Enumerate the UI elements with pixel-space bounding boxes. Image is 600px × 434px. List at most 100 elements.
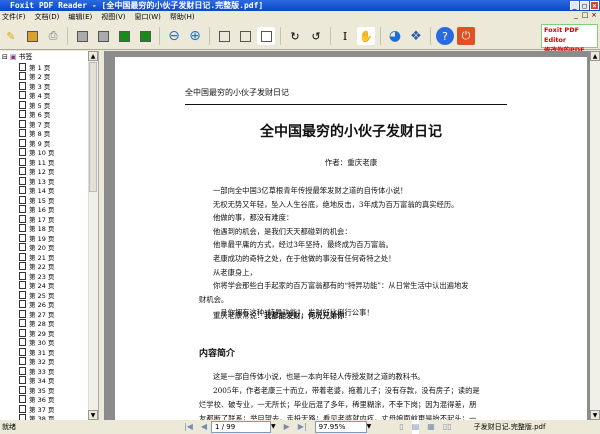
menu-view[interactable]: 视图(V)	[101, 11, 125, 23]
fit-width-icon[interactable]	[236, 27, 254, 45]
snapshot-icon[interactable]: ❖	[407, 27, 425, 45]
bookmark-item[interactable]: 第 12 页	[19, 167, 54, 176]
foxit-editor-ad[interactable]: Foxit PDF Editor 修改你的PDF	[541, 24, 598, 54]
bookmark-item[interactable]: 第 31 页	[19, 347, 54, 357]
page-icon	[19, 186, 26, 194]
sidebar-scroll-thumb[interactable]	[89, 62, 97, 192]
power-icon[interactable]: ⏻	[457, 27, 475, 45]
bookmark-item[interactable]: 第 19 页	[19, 233, 54, 243]
bookmark-item[interactable]: 第 2 页	[19, 72, 50, 81]
open-icon[interactable]: ✎	[2, 27, 20, 45]
bookmark-item[interactable]: 第 17 页	[19, 214, 54, 224]
web-icon[interactable]: ◕	[386, 27, 404, 45]
doc-minimize-button[interactable]: _	[572, 11, 580, 20]
doc-close-button[interactable]: ×	[590, 11, 598, 20]
bookmark-item[interactable]: 第 32 页	[19, 357, 54, 366]
document-scrollbar[interactable]	[590, 51, 600, 420]
menu-document[interactable]: 文档(D)	[35, 11, 60, 23]
bookmark-item[interactable]: 第 20 页	[19, 243, 54, 252]
bookmark-item[interactable]: 第 7 页	[19, 119, 50, 129]
book-icon: ▣	[9, 53, 17, 61]
doc-scroll-up-icon[interactable]: ▲	[590, 51, 600, 61]
zoom-dropdown-icon[interactable]: ▼	[367, 420, 372, 434]
page-dropdown-icon[interactable]: ▼	[271, 420, 276, 434]
prev-page-icon[interactable]	[94, 27, 112, 45]
bookmark-item[interactable]: 第 10 页	[19, 148, 54, 157]
bookmark-item[interactable]: 第 6 页	[19, 110, 50, 119]
bookmark-item[interactable]: 第 3 页	[19, 81, 50, 91]
bookmark-item[interactable]: 第 25 页	[19, 290, 54, 300]
rotate-left-icon[interactable]: ↺	[307, 27, 325, 45]
zoom-out-icon[interactable]: ⊖	[165, 27, 183, 45]
page-icon	[19, 376, 26, 384]
bookmark-item[interactable]: 第 16 页	[19, 205, 54, 214]
bookmark-item[interactable]: 第 18 页	[19, 224, 54, 233]
page-icon	[19, 395, 26, 403]
help-icon[interactable]: ?	[436, 27, 454, 45]
bookmark-item[interactable]: 第 11 页	[19, 157, 55, 167]
bookmark-item[interactable]: 第 22 页	[19, 262, 54, 271]
bookmark-item[interactable]: 第 35 页	[19, 385, 54, 395]
bookmark-item[interactable]: 第 27 页	[19, 309, 54, 319]
doc-scroll-down-icon[interactable]: ▼	[590, 410, 600, 420]
last-page-button[interactable]: ▶|	[298, 420, 307, 434]
bookmark-label: 第 11 页	[29, 158, 55, 167]
print-icon[interactable]: ⎙	[44, 27, 62, 45]
first-page-icon[interactable]	[73, 27, 91, 45]
bookmark-item[interactable]: 第 14 页	[19, 186, 54, 195]
bookmark-item[interactable]: 第 21 页	[19, 252, 54, 262]
continuous-mode-icon[interactable]: ▤	[411, 420, 420, 434]
menu-edit[interactable]: 编辑(E)	[68, 11, 92, 23]
continuous-facing-icon[interactable]: ▯▯	[443, 420, 452, 434]
fit-page-icon[interactable]	[257, 27, 275, 45]
zoom-in-icon[interactable]: ⊕	[186, 27, 204, 45]
bookmark-item[interactable]: 第 33 页	[19, 366, 54, 376]
panel-splitter[interactable]	[98, 51, 105, 420]
rotate-right-icon[interactable]: ↻	[286, 27, 304, 45]
bookmark-item[interactable]: 第 26 页	[19, 300, 54, 309]
page-number-field[interactable]: 1 / 99	[211, 421, 272, 433]
bookmark-item[interactable]: 第 1 页	[19, 62, 50, 72]
bookmark-item[interactable]: 第 29 页	[19, 328, 54, 338]
bookmark-item[interactable]: 第 23 页	[19, 271, 54, 281]
close-button[interactable]: ×	[590, 1, 599, 10]
menu-file[interactable]: 文件(F)	[2, 11, 26, 23]
scroll-down-icon[interactable]: ▼	[88, 410, 98, 420]
bookmark-item[interactable]: 第 13 页	[19, 176, 54, 186]
page-icon	[19, 366, 26, 375]
zoom-field[interactable]: 97.95%	[314, 421, 367, 433]
bookmark-root[interactable]: ⊟ ▣ 书签	[2, 52, 33, 62]
text-select-icon[interactable]: I	[336, 27, 354, 45]
bookmark-item[interactable]: 第 34 页	[19, 376, 54, 385]
next-page-button[interactable]: ▶	[284, 420, 290, 434]
bookmark-label: 第 15 页	[29, 196, 55, 205]
doc-restore-button[interactable]: □	[581, 11, 589, 20]
save-icon[interactable]	[23, 27, 41, 45]
bookmark-item[interactable]: 第 5 页	[19, 100, 50, 110]
collapse-icon[interactable]: ⊟	[2, 53, 8, 61]
page-icon	[19, 138, 26, 147]
scroll-up-icon[interactable]: ▲	[88, 51, 98, 61]
bookmark-item[interactable]: 第 9 页	[19, 138, 50, 148]
first-page-button[interactable]: |◀	[184, 420, 193, 434]
next-page-icon[interactable]	[115, 27, 133, 45]
menu-help[interactable]: 帮助(H)	[170, 11, 195, 23]
single-page-mode-icon[interactable]: ▯	[399, 420, 403, 434]
last-page-icon[interactable]	[136, 27, 154, 45]
bookmark-item[interactable]: 第 15 页	[19, 195, 55, 205]
prev-page-button[interactable]: ◀	[201, 420, 207, 434]
minimize-button[interactable]: _	[570, 1, 579, 10]
bookmark-item[interactable]: 第 36 页	[19, 395, 54, 404]
menu-window[interactable]: 窗口(W)	[135, 11, 161, 23]
single-page-icon[interactable]	[215, 27, 233, 45]
maximize-button[interactable]: □	[580, 1, 589, 10]
page-icon	[19, 300, 26, 308]
hand-tool-icon[interactable]: ✋	[357, 27, 375, 45]
facing-mode-icon[interactable]: ▦	[427, 420, 435, 434]
bookmark-item[interactable]: 第 8 页	[19, 129, 50, 138]
bookmark-item[interactable]: 第 4 页	[19, 91, 50, 100]
bookmark-item[interactable]: 第 24 页	[19, 281, 54, 290]
bookmark-item[interactable]: 第 28 页	[19, 319, 54, 328]
bookmark-item[interactable]: 第 37 页	[19, 404, 54, 414]
bookmark-item[interactable]: 第 30 页	[19, 338, 54, 347]
